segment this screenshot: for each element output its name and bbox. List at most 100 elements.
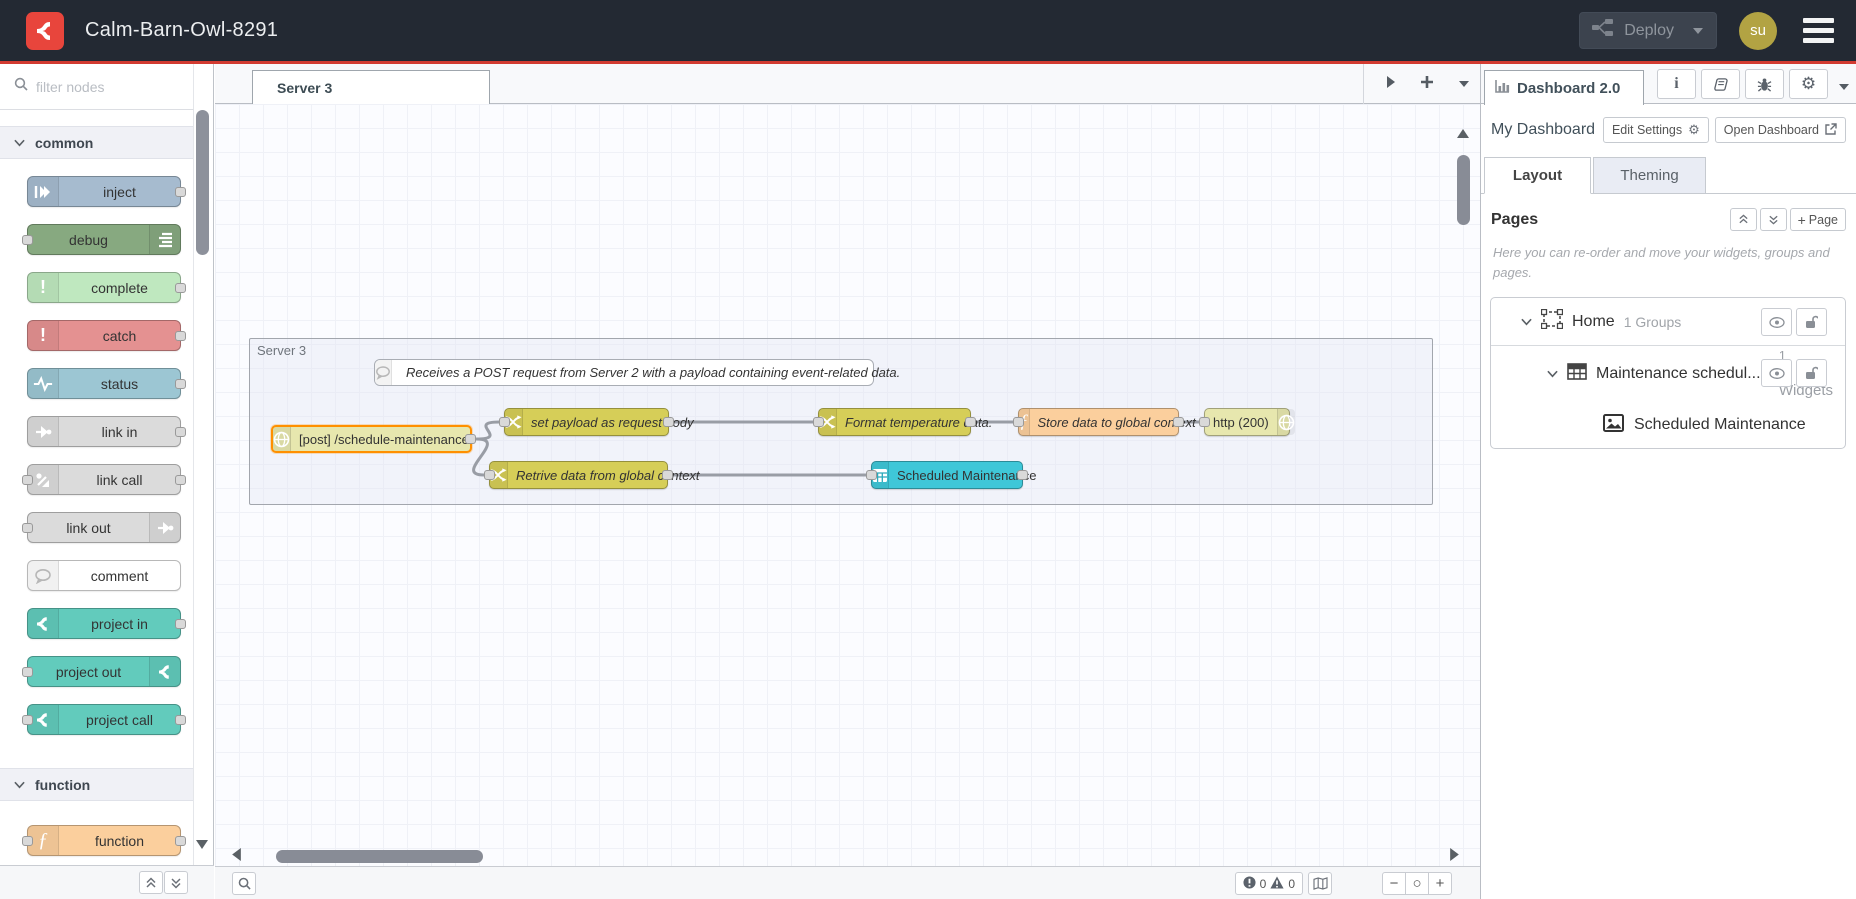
tab-layout[interactable]: Layout [1484, 157, 1591, 194]
output-port[interactable] [965, 417, 976, 427]
tree-row-widget-scheduled-maintenance[interactable]: Scheduled Maintenance [1491, 402, 1845, 448]
output-port[interactable] [175, 330, 186, 341]
flow-node-change-format[interactable]: Format temperature data. [813, 408, 992, 436]
output-port[interactable] [175, 474, 186, 485]
flow-node-ui-table[interactable]: Scheduled Maintenance [866, 461, 1037, 489]
expand-all-button[interactable] [164, 871, 188, 894]
tree-row-group-maintenance[interactable]: Maintenance schedul... 1 Widgets [1491, 346, 1845, 402]
palette-node-project-call[interactable]: project call [22, 704, 186, 735]
output-port[interactable] [663, 417, 674, 427]
palette-node-link-call[interactable]: link call [22, 464, 186, 495]
tab-theming[interactable]: Theming [1593, 157, 1706, 194]
input-port[interactable] [499, 417, 510, 427]
input-port[interactable] [866, 470, 877, 480]
visibility-toggle-button[interactable] [1761, 308, 1792, 337]
notification-badges[interactable]: 0 0 [1234, 872, 1303, 895]
input-port[interactable] [1199, 417, 1210, 427]
palette-node-debug[interactable]: debug [22, 224, 181, 255]
tree-row-page-home[interactable]: Home 1 Groups [1491, 298, 1845, 347]
add-page-button[interactable]: + Page [1789, 208, 1846, 231]
chevron-down-icon[interactable] [1521, 313, 1532, 331]
input-port[interactable] [22, 234, 33, 245]
visibility-toggle-button[interactable] [1761, 359, 1792, 388]
filter-nodes-input[interactable] [36, 78, 217, 95]
flow-node-http-response[interactable]: http (200) [1199, 408, 1295, 436]
add-flow-button[interactable] [1420, 75, 1434, 94]
open-dashboard-button[interactable]: Open Dashboard [1714, 117, 1846, 143]
zoom-out-button[interactable]: − [1382, 872, 1406, 895]
flow-node-comment[interactable]: Receives a POST request from Server 2 wi… [374, 359, 900, 386]
input-port[interactable] [22, 666, 33, 677]
scroll-up-icon[interactable] [1456, 128, 1470, 141]
input-port[interactable] [813, 417, 824, 427]
input-port[interactable] [22, 835, 33, 846]
palette-node-status[interactable]: status [27, 368, 186, 399]
unlock-icon-button[interactable] [1796, 308, 1827, 337]
palette-node-complete[interactable]: ! complete [27, 272, 186, 303]
help-tab-button[interactable] [1701, 69, 1740, 99]
palette-node-project-in[interactable]: project in [27, 608, 186, 639]
output-port[interactable] [1173, 417, 1184, 427]
vertical-scrollbar-thumb[interactable] [1457, 155, 1470, 225]
flow-tab-server3[interactable]: Server 3 [252, 70, 490, 104]
scroll-left-icon[interactable] [231, 848, 242, 863]
flow-node-change-retrieve[interactable]: Retrive data from global context [484, 461, 700, 489]
palette-node-link-out[interactable]: link out [22, 512, 181, 543]
navigator-toggle-button[interactable] [1308, 872, 1332, 895]
output-port[interactable] [175, 618, 186, 629]
palette-node-catch[interactable]: ! catch [27, 320, 186, 351]
flow-node-function-store[interactable]: ƒ Store data to global context [1013, 408, 1196, 436]
input-port[interactable] [22, 522, 33, 533]
input-port[interactable] [1013, 417, 1024, 427]
palette-scrollbar-thumb[interactable] [196, 110, 209, 255]
debug-tab-button[interactable] [1745, 69, 1784, 99]
info-tab-button[interactable]: i [1657, 69, 1696, 99]
flow-list-caret-icon[interactable] [1458, 75, 1470, 93]
output-port[interactable] [175, 835, 186, 846]
search-flows-button[interactable] [232, 872, 256, 895]
horizontal-scrollbar-thumb[interactable] [276, 850, 483, 863]
output-port[interactable] [175, 426, 186, 437]
expand-pages-button[interactable] [1759, 208, 1787, 231]
output-port[interactable] [1017, 470, 1028, 480]
flow-canvas[interactable]: Server 3 Receives a POST request from Se… [215, 104, 1480, 866]
deploy-caret-icon[interactable] [1692, 22, 1704, 40]
collapse-all-button[interactable] [139, 871, 163, 894]
palette-node-inject[interactable]: inject [27, 176, 186, 207]
output-port[interactable] [175, 714, 186, 725]
palette-scroll-down-icon[interactable] [195, 837, 209, 855]
output-port[interactable] [175, 186, 186, 197]
output-port[interactable] [175, 282, 186, 293]
output-port[interactable] [662, 470, 673, 480]
main-menu-button[interactable] [1799, 14, 1838, 47]
output-port[interactable] [465, 434, 476, 444]
input-port[interactable] [22, 474, 33, 485]
input-port[interactable] [484, 470, 495, 480]
unlock-icon-button[interactable] [1796, 359, 1827, 388]
sidebar-options-caret-icon[interactable] [1838, 78, 1850, 96]
zoom-reset-button[interactable]: ○ [1405, 872, 1429, 895]
palette-node-comment[interactable]: comment [27, 560, 181, 591]
chevron-down-icon[interactable] [1547, 365, 1558, 383]
config-tab-button[interactable]: ⚙ [1789, 69, 1828, 99]
sidebar-tab-dashboard[interactable]: Dashboard 2.0 [1484, 70, 1644, 105]
palette-node-link-in[interactable]: link in [27, 416, 186, 447]
image-icon [1603, 413, 1624, 437]
palette-search[interactable] [0, 64, 217, 110]
palette-node-project-out[interactable]: project out [22, 656, 181, 687]
input-port[interactable] [22, 714, 33, 725]
user-avatar[interactable]: su [1739, 11, 1777, 50]
tab-scroll-right-icon[interactable] [1386, 75, 1396, 93]
flow-node-change-set-payload[interactable]: set payload as request body [499, 408, 694, 436]
scroll-right-icon[interactable] [1449, 848, 1460, 863]
link-arrow-icon [149, 513, 180, 542]
output-port[interactable] [175, 378, 186, 389]
palette-category-common[interactable]: common [0, 126, 193, 159]
zoom-in-button[interactable]: + [1428, 872, 1452, 895]
deploy-button[interactable]: Deploy [1579, 12, 1717, 49]
palette-node-function[interactable]: ƒ function [22, 825, 186, 856]
edit-settings-button[interactable]: Edit Settings ⚙ [1602, 117, 1709, 143]
collapse-pages-button[interactable] [1729, 208, 1757, 231]
flow-node-http-in[interactable]: [post] /schedule-maintenance [271, 425, 476, 453]
palette-category-function[interactable]: function [0, 768, 193, 801]
